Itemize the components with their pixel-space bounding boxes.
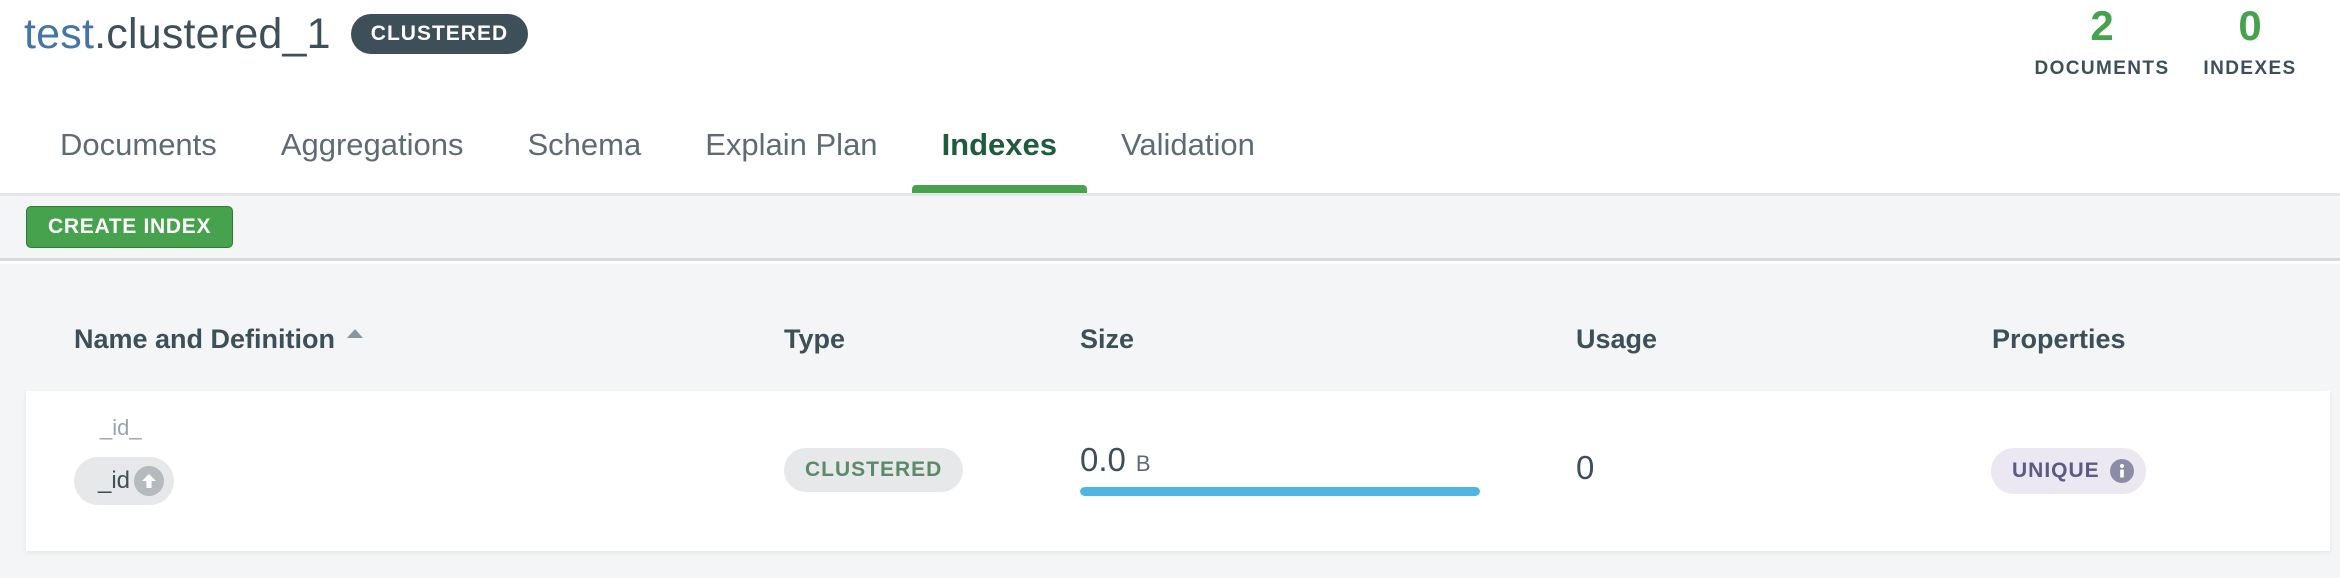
- index-field-name: _id: [98, 467, 131, 494]
- tab-validation[interactable]: Validation: [1091, 115, 1285, 193]
- index-size-value: 0.0: [1080, 441, 1126, 478]
- column-header-name-label: Name and Definition: [74, 324, 336, 354]
- arrow-up-icon: [134, 466, 165, 496]
- index-size-bar-fill: [1080, 487, 1480, 496]
- column-header-name[interactable]: Name and Definition: [74, 324, 364, 355]
- tab-aggregations[interactable]: Aggregations: [251, 115, 494, 193]
- indexes-stat: 0 INDEXES: [2200, 0, 2300, 80]
- table-row: _id_ _id CLUSTERED 0.0 B 0 UNIQUE: [26, 391, 2330, 551]
- column-header-usage[interactable]: Usage: [1576, 324, 1657, 355]
- tab-schema[interactable]: Schema: [497, 115, 671, 193]
- index-type-badge: CLUSTERED: [784, 448, 964, 492]
- clustered-badge: CLUSTERED: [350, 14, 529, 54]
- database-name-link[interactable]: test: [24, 10, 94, 59]
- collection-title: test. clustered_1 CLUSTERED: [24, 6, 529, 62]
- index-size: 0.0 B: [1080, 441, 1480, 496]
- unique-property-label: UNIQUE: [2012, 459, 2100, 482]
- index-name: _id_: [100, 415, 142, 440]
- title-separator: .: [94, 9, 107, 58]
- index-field-pill: _id: [74, 457, 175, 505]
- indexes-table: Name and Definition Type Size Usage Prop…: [0, 264, 2340, 578]
- documents-stat: 2 DOCUMENTS: [2032, 0, 2172, 80]
- tab-explain-plan[interactable]: Explain Plan: [675, 115, 907, 193]
- info-icon[interactable]: [2109, 459, 2134, 483]
- create-index-button[interactable]: CREATE INDEX: [26, 206, 234, 248]
- tab-indexes[interactable]: Indexes: [911, 115, 1088, 193]
- collection-tabs: Documents Aggregations Schema Explain Pl…: [30, 115, 1285, 193]
- collection-header: test. clustered_1 CLUSTERED 2 DOCUMENTS 0…: [0, 0, 2340, 195]
- index-usage: 0: [1576, 449, 1595, 486]
- indexes-toolbar: CREATE INDEX: [0, 193, 2340, 261]
- index-size-bar: [1080, 487, 1480, 496]
- column-header-type[interactable]: Type: [784, 324, 845, 355]
- unique-property-badge[interactable]: UNIQUE: [1991, 448, 2146, 494]
- index-size-unit: B: [1135, 451, 1151, 476]
- column-header-properties[interactable]: Properties: [1992, 324, 2126, 355]
- indexes-label: INDEXES: [2203, 58, 2297, 79]
- documents-label: DOCUMENTS: [2034, 58, 2170, 79]
- collection-name: clustered_1: [106, 9, 331, 58]
- indexes-count: 0: [2238, 2, 2262, 49]
- documents-count: 2: [2090, 2, 2114, 49]
- sort-ascending-icon: [347, 329, 364, 338]
- tab-documents[interactable]: Documents: [30, 115, 247, 193]
- column-header-size[interactable]: Size: [1080, 324, 1134, 355]
